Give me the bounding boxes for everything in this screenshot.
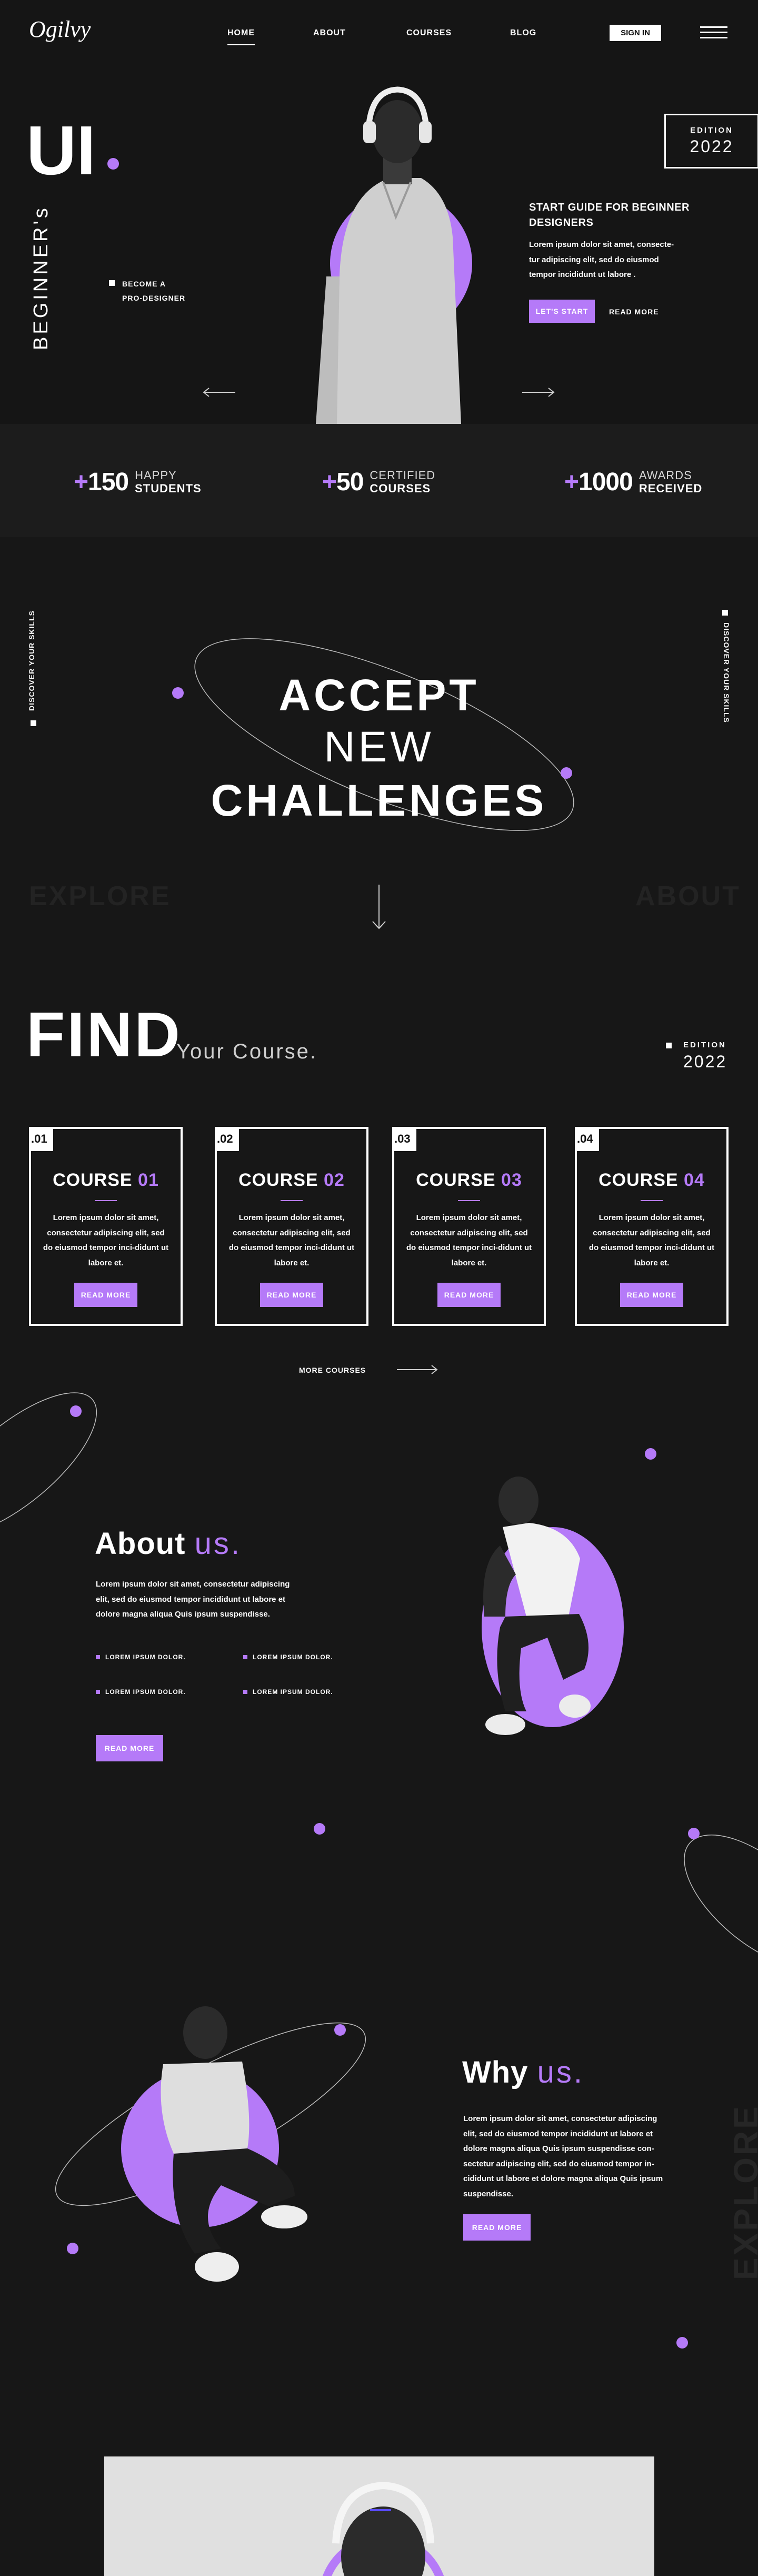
arrow-right-icon[interactable] bbox=[521, 387, 555, 398]
about-text: Lorem ipsum dolor sit amet, consectetur … bbox=[96, 1580, 290, 1619]
course-text: Lorem ipsum dolor sit amet, consectetur … bbox=[589, 1213, 715, 1267]
about-portrait bbox=[482, 1477, 624, 1735]
course-text: Lorem ipsum dolor sit amet, consectetur … bbox=[228, 1213, 355, 1267]
hero-headline: START GUIDE FOR BEGINNER DESIGNERS bbox=[529, 202, 690, 229]
menu-icon[interactable] bbox=[700, 26, 727, 39]
nav-blog[interactable]: BLOG bbox=[510, 28, 536, 38]
hero-title-dot bbox=[107, 158, 119, 170]
course-read-more-button[interactable]: READ MORE bbox=[74, 1283, 137, 1307]
course-index: .03 bbox=[392, 1127, 416, 1151]
about-title: About us. bbox=[95, 1527, 242, 1561]
course-text: Lorem ipsum dolor sit amet, consectetur … bbox=[43, 1213, 169, 1267]
about-read-more-button[interactable]: READ MORE bbox=[96, 1735, 163, 1761]
course-title: COURSE 04 bbox=[599, 1170, 705, 1190]
arrow-right-icon[interactable] bbox=[396, 1364, 438, 1375]
nav-active-underline bbox=[227, 44, 255, 45]
nav-about[interactable]: ABOUT bbox=[313, 28, 346, 38]
find-subtitle: Your Course. bbox=[176, 1040, 317, 1063]
orbit-decoration bbox=[0, 1392, 97, 1527]
find-title: FIND bbox=[26, 999, 182, 1070]
hero-description: Lorem ipsum dolor sit amet, consecte-tur… bbox=[529, 240, 674, 279]
course-index: .02 bbox=[215, 1127, 239, 1151]
edition-label: EDITION bbox=[690, 126, 733, 135]
accept-line1: ACCEPT bbox=[278, 670, 480, 720]
scroll-down-icon[interactable] bbox=[372, 885, 386, 930]
read-more-link[interactable]: READ MORE bbox=[609, 305, 659, 319]
nav-courses[interactable]: COURSES bbox=[406, 28, 452, 38]
hero-big-title: UI bbox=[26, 112, 96, 189]
bottom-image-panel bbox=[104, 2456, 654, 2576]
decor-dot bbox=[676, 2337, 688, 2349]
about-bullet: LOREM IPSUM DOLOR. bbox=[243, 1688, 333, 1696]
course-text: Lorem ipsum dolor sit amet, consectetur … bbox=[406, 1213, 532, 1267]
about-bullet: LOREM IPSUM DOLOR. bbox=[243, 1653, 333, 1661]
brand-logo[interactable]: Ogilvy bbox=[29, 16, 91, 43]
accept-line3: CHALLENGES bbox=[211, 776, 547, 825]
signin-button[interactable]: SIGN IN bbox=[610, 25, 661, 41]
orbit-decoration bbox=[684, 1828, 758, 1968]
course-divider bbox=[641, 1200, 663, 1201]
find-edition-year: 2022 bbox=[683, 1052, 727, 1071]
bullet-square bbox=[722, 610, 728, 616]
about-bullet: LOREM IPSUM DOLOR. bbox=[96, 1653, 186, 1661]
lets-start-button[interactable]: LET'S START bbox=[529, 300, 595, 323]
course-title: COURSE 01 bbox=[53, 1170, 159, 1190]
stat-students: +150 HAPPY STUDENTS bbox=[74, 468, 202, 496]
ghost-about: ABOUT bbox=[635, 881, 741, 911]
course-index: .01 bbox=[29, 1127, 53, 1151]
stat-awards: +1000 AWARDS RECEIVED bbox=[564, 468, 703, 496]
accept-line2: NEW bbox=[324, 723, 434, 771]
hero-bullet-text: BECOME A PRO-DESIGNER bbox=[122, 280, 186, 302]
decor-dot bbox=[645, 1448, 656, 1460]
more-courses-link[interactable]: MORE COURSES bbox=[299, 1363, 366, 1378]
arrow-left-icon[interactable] bbox=[203, 387, 236, 398]
course-card[interactable]: .01 COURSE 01 Lorem ipsum dolor sit amet… bbox=[29, 1127, 183, 1326]
nav-home[interactable]: HOME bbox=[227, 28, 255, 45]
course-divider bbox=[458, 1200, 480, 1201]
why-text: Lorem ipsum dolor sit amet, consectetur … bbox=[463, 2114, 663, 2198]
bottom-portrait bbox=[322, 2481, 444, 2576]
why-read-more-button[interactable]: READ MORE bbox=[463, 2214, 531, 2241]
course-card[interactable]: .03 COURSE 03 Lorem ipsum dolor sit amet… bbox=[392, 1127, 546, 1326]
course-divider bbox=[95, 1200, 117, 1201]
why-title: Why us. bbox=[462, 2055, 584, 2089]
course-title: COURSE 03 bbox=[416, 1170, 522, 1190]
find-edition-label: EDITION bbox=[683, 1041, 726, 1049]
course-read-more-button[interactable]: READ MORE bbox=[620, 1283, 683, 1307]
about-bullet: LOREM IPSUM DOLOR. bbox=[96, 1688, 186, 1696]
course-card[interactable]: .04 COURSE 04 Lorem ipsum dolor sit amet… bbox=[575, 1127, 729, 1326]
course-card[interactable]: .02 COURSE 02 Lorem ipsum dolor sit amet… bbox=[215, 1127, 368, 1326]
hero-vertical-title: BEGINNER's bbox=[30, 205, 52, 350]
bullet-square bbox=[109, 280, 115, 286]
hero-portrait bbox=[316, 86, 472, 424]
ghost-explore: EXPLORE bbox=[29, 881, 171, 911]
course-index: .04 bbox=[575, 1127, 599, 1151]
edition-year: 2022 bbox=[690, 137, 734, 156]
edition-badge: EDITION 2022 bbox=[664, 114, 758, 169]
course-title: COURSE 02 bbox=[238, 1170, 345, 1190]
ghost-explore-vertical: EXPLORE bbox=[727, 2104, 758, 2280]
course-read-more-button[interactable]: READ MORE bbox=[437, 1283, 501, 1307]
bullet-square bbox=[666, 1043, 672, 1048]
stat-courses: +50 CERTIFIED COURSES bbox=[322, 468, 436, 496]
course-read-more-button[interactable]: READ MORE bbox=[260, 1283, 323, 1307]
course-divider bbox=[281, 1200, 303, 1201]
decor-dot bbox=[314, 1823, 325, 1835]
why-portrait bbox=[55, 2006, 366, 2282]
